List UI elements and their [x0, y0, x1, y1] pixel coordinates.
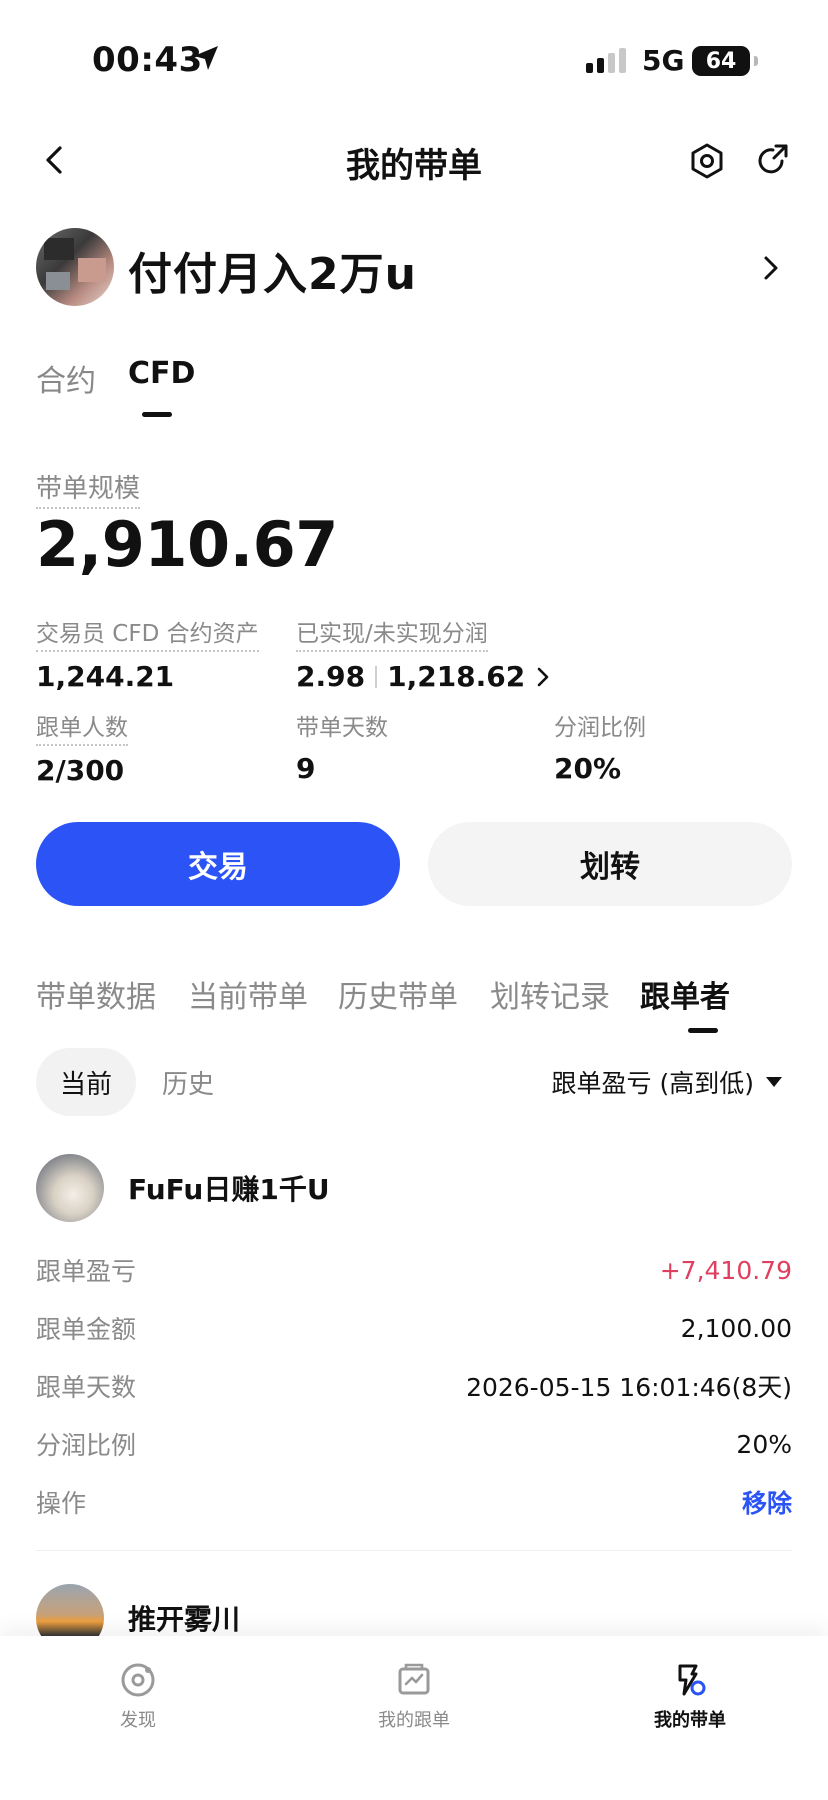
tab-label: 我的跟单: [378, 1710, 450, 1731]
battery-indicator: 64: [692, 46, 758, 76]
stat-lead-days: 带单天数 9: [296, 708, 388, 785]
divider: [36, 1550, 792, 1551]
trader-profile-row[interactable]: 付付月入2万u: [36, 228, 792, 308]
remove-follower-button[interactable]: 移除: [742, 1484, 792, 1520]
row-key: 分润比例: [36, 1431, 137, 1460]
row-value: 2,100.00: [680, 1313, 792, 1343]
follower-card: FuFu日赚1千U 跟单盈亏 +7,410.79 跟单金额 2,100.00 跟…: [36, 1154, 792, 1554]
stat-share-ratio: 分润比例 20%: [554, 708, 646, 785]
share-icon[interactable]: [752, 140, 794, 182]
row-key: 跟单盈亏: [36, 1257, 137, 1286]
tab-cfd[interactable]: CFD: [128, 356, 195, 391]
signal-icon: [586, 48, 626, 73]
transfer-button[interactable]: 划转: [428, 822, 792, 906]
tab-my-copy[interactable]: 我的跟单: [334, 1660, 494, 1732]
stat-value: 9: [296, 752, 316, 785]
status-bar: 00:43 5G 64: [0, 0, 828, 120]
row-value: 20%: [736, 1429, 792, 1459]
follower-row-pnl: 跟单盈亏 +7,410.79: [36, 1250, 792, 1290]
stat-label: 带单天数: [296, 715, 388, 741]
tab-lead-data[interactable]: 带单数据: [36, 972, 156, 1016]
tab-label: 发现: [120, 1710, 156, 1731]
data-tabs: 带单数据 当前带单 历史带单 划转记录 跟单者: [36, 972, 796, 1042]
trader-name: 付付月入2万u: [128, 249, 417, 300]
filter-history[interactable]: 历史: [148, 1048, 228, 1116]
value-divider: [375, 665, 378, 688]
tab-transfer-records[interactable]: 划转记录: [490, 972, 610, 1016]
follower-name: 推开雾川: [128, 1603, 241, 1636]
follower-row-amount: 跟单金额 2,100.00: [36, 1308, 792, 1348]
stat-cfd-assets: 交易员 CFD 合约资产 1,244.21: [36, 614, 259, 693]
stat-value: 2/300: [36, 754, 125, 787]
discover-icon: [121, 1663, 155, 1697]
stat-label: 分润比例: [554, 715, 646, 741]
row-value: +7,410.79: [659, 1255, 792, 1285]
trade-button[interactable]: 交易: [36, 822, 400, 906]
status-time: 00:43: [92, 40, 203, 80]
sort-dropdown[interactable]: 跟单盈亏 (高到低): [552, 1048, 782, 1116]
row-value: 2026-05-15 16:01:46(8天): [466, 1373, 792, 1402]
filter-current[interactable]: 当前: [36, 1048, 136, 1116]
stat-value: 2.98 1,218.62: [296, 660, 551, 693]
follower-avatar: [36, 1154, 104, 1222]
tab-current-leads[interactable]: 当前带单: [188, 972, 308, 1016]
scale-value: 2,910.67: [36, 508, 338, 581]
sort-label: 跟单盈亏 (高到低): [551, 1069, 754, 1098]
trader-avatar: [36, 228, 114, 306]
follower-row-days: 跟单天数 2026-05-15 16:01:46(8天): [36, 1366, 792, 1406]
active-tab-indicator: [688, 1028, 718, 1033]
stat-follower-count: 跟单人数 2/300: [36, 708, 128, 787]
tab-contract[interactable]: 合约: [36, 356, 96, 400]
scale-label: 带单规模: [36, 468, 141, 509]
tab-discover[interactable]: 发现: [58, 1660, 218, 1732]
stat-value: 20%: [554, 752, 622, 785]
copy-trades-icon: [398, 1663, 430, 1695]
tab-label: 我的带单: [654, 1710, 726, 1731]
tab-history-leads[interactable]: 历史带单: [338, 972, 458, 1016]
row-key: 操作: [36, 1489, 87, 1518]
follower-row-action: 操作 移除: [36, 1482, 792, 1522]
location-arrow-icon: [194, 46, 218, 70]
stat-value: 1,244.21: [36, 660, 175, 693]
stat-label: 跟单人数: [36, 708, 128, 746]
row-key: 跟单天数: [36, 1373, 137, 1402]
tab-my-lead[interactable]: 我的带单: [610, 1660, 770, 1732]
row-key: 跟单金额: [36, 1315, 137, 1344]
follower-filter-row: 当前 历史 跟单盈亏 (高到低): [36, 1048, 792, 1116]
tab-followers[interactable]: 跟单者: [640, 972, 730, 1016]
contract-type-tabs: 合约 CFD: [36, 356, 436, 426]
follower-name: FuFu日赚1千U: [128, 1173, 330, 1206]
network-type: 5G: [642, 44, 685, 77]
stat-profit-share[interactable]: 已实现/未实现分润 2.98 1,218.62: [296, 614, 551, 693]
chevron-right-icon: [764, 256, 778, 280]
chevron-right-icon: [537, 667, 549, 686]
realized-profit-share: 2.98: [296, 660, 366, 693]
settings-icon[interactable]: [686, 140, 728, 182]
follower-row-ratio: 分润比例 20%: [36, 1424, 792, 1464]
unrealized-profit-share: 1,218.62: [387, 660, 526, 693]
stat-label: 交易员 CFD 合约资产: [36, 614, 259, 652]
caret-down-icon: [766, 1077, 782, 1087]
nav-bar: 我的带单: [0, 120, 828, 200]
stat-label: 已实现/未实现分润: [296, 614, 488, 652]
lead-trader-icon: [678, 1664, 706, 1696]
bottom-tab-bar: 发现 我的跟单 我的带单: [0, 1636, 828, 1800]
active-tab-indicator: [142, 412, 172, 417]
